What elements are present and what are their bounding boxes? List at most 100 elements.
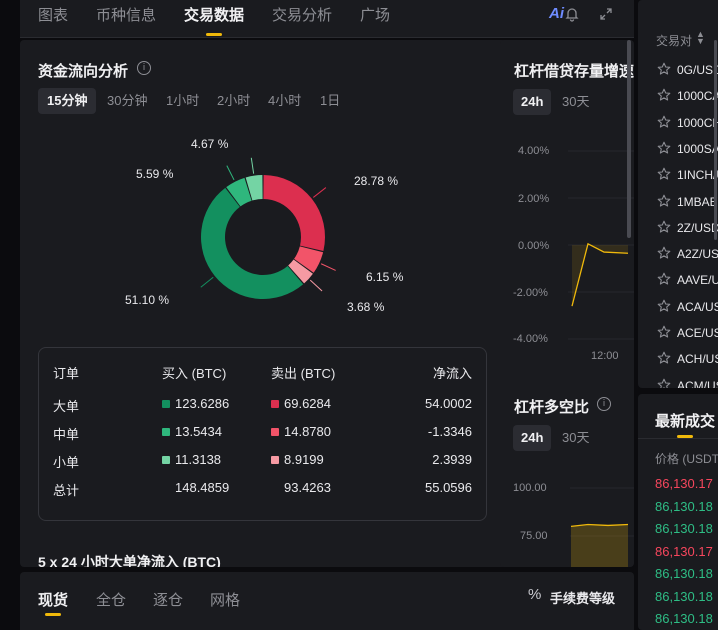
pair-item[interactable]: ACH/USDT [677,352,718,366]
latest-trades-panel: 最新成交 价格 (USDT) 86,130.17 86,130.18 86,130.… [638,394,718,630]
row-label: 小单 [53,455,80,470]
divider [638,438,718,439]
tab-grid[interactable]: 网格 [210,589,240,610]
buy-value: 148.4859 [175,480,230,495]
sell-value: 14.8780 [284,424,331,439]
pair-item[interactable]: 1INCH/USDT [677,168,718,182]
favorite-star-icon[interactable] [657,141,671,155]
sell-value: 8.9199 [284,452,324,467]
sell-swatch [271,456,279,464]
favorite-star-icon[interactable] [657,299,671,313]
buy-swatch [162,456,170,464]
table-row: 中单 13.5434 14.8780 -1.3346 [39,424,486,442]
favorite-star-icon[interactable] [657,351,671,365]
pair-item[interactable]: ACM/USDT [677,379,718,388]
trade-price: 86,130.18 [655,588,713,604]
fee-level-link[interactable]: 手续费等级 [550,588,615,607]
pair-item[interactable]: ACA/USDT [677,300,718,314]
pair-list-panel: 交易对 ▲▼ 0G/USDT 1000CAT/USDT 1000CHEEMS/USD… [638,0,718,388]
long-short-area-chart [570,487,634,567]
buy-cell: 13.5434 [162,424,222,439]
favorite-star-icon[interactable] [657,88,671,102]
col-order: 订单 [53,366,80,381]
favorite-star-icon[interactable] [657,378,671,388]
ai-button[interactable]: Ai [549,5,564,22]
table-row: 小单 11.3138 8.9199 2.3939 [39,452,486,470]
tab-trade-data[interactable]: 交易数据 [184,4,244,25]
net-value: -1.3346 [427,424,472,439]
leader-line [320,263,336,271]
pair-item[interactable]: 1000SATS/USDT [677,142,718,156]
expand-icon[interactable] [598,6,614,25]
order-panel: 现货 全仓 逐仓 网格 % 手续费等级 [20,572,634,630]
tab-trade-analysis[interactable]: 交易分析 [272,4,332,25]
slice-label: 4.67 % [191,137,229,151]
pair-item[interactable]: AAVE/USDT [677,273,718,287]
bell-icon[interactable] [564,6,580,25]
table-row: 大单 123.6286 69.6284 54.0002 [39,396,486,414]
pair-item[interactable]: ACE/USDT [677,326,718,340]
pair-header[interactable]: 交易对 [656,32,692,49]
row-label: 中单 [53,427,80,442]
leader-line [309,279,323,292]
pair-item[interactable]: 0G/USDT [677,63,718,77]
pair-item[interactable]: A2Z/USDT [677,247,718,261]
leader-line [250,157,255,174]
pair-item[interactable]: 1000CAT/USDT [677,89,718,103]
favorite-star-icon[interactable] [657,220,671,234]
leader-line [312,187,327,198]
buy-value: 123.6286 [175,396,230,411]
col-buy: 买入 (BTC) [162,366,227,381]
tab-coin-info[interactable]: 币种信息 [96,4,156,25]
sell-cell: 8.9199 [271,452,324,467]
sell-swatch [271,428,279,436]
tab-square[interactable]: 广场 [360,4,390,25]
sell-swatch [271,400,279,408]
scrollbar[interactable] [627,40,631,238]
buy-swatch [162,428,170,436]
tab-isolated-margin[interactable]: 逐仓 [153,589,183,610]
trade-price: 86,130.18 [655,521,713,536]
leverage-panel: 杠杆借贷存量增速 24h 30天 4.00% 2.00% 0.00% -2.00… [500,40,634,567]
favorite-star-icon[interactable] [657,272,671,286]
leader-line [200,276,214,288]
favorite-star-icon[interactable] [657,246,671,260]
fund-flow-table: 订单 买入 (BTC) 卖出 (BTC) 净流入 大单 123.6286 69.… [38,347,487,521]
pair-item[interactable]: 1MBABYDOGE/USDT [677,195,718,209]
price-header: 价格 (USDT) [655,452,718,466]
scrollbar[interactable] [714,40,717,240]
sort-icon[interactable]: ▲ ▼ [696,30,705,46]
tab-spot[interactable]: 现货 [38,589,68,610]
trade-price: 86,130.18 [655,566,713,581]
net-value: 55.0596 [425,480,472,495]
trade-price: 86,130.18 [655,498,713,514]
leader-line [226,165,235,181]
favorite-star-icon[interactable] [657,325,671,339]
col-sell: 卖出 (BTC) [271,366,336,381]
pair-item[interactable]: 1000CHEEMS/USDT [677,116,718,130]
row-label: 总计 [53,483,80,498]
slice-label: 51.10 % [125,293,170,307]
pair-item[interactable]: 2Z/USDT [677,221,718,235]
trade-price: 86,130.17 [655,476,713,491]
favorite-star-icon[interactable] [657,115,671,129]
table-row-total: 总计 148.4859 93.4263 55.0596 [39,480,486,498]
net-value: 2.3939 [432,452,472,467]
favorite-star-icon[interactable] [657,62,671,76]
table-header: 订单 买入 (BTC) 卖出 (BTC) 净流入 [39,363,486,381]
col-net: 净流入 [432,366,472,381]
favorite-star-icon[interactable] [657,194,671,208]
buy-cell: 123.6286 [162,396,229,411]
percent-icon[interactable]: % [528,586,541,603]
large-order-net-inflow-title: 5 x 24 小时大单净流入 (BTC) [38,554,221,567]
top-nav: 图表 币种信息 交易数据 交易分析 广场 Ai [20,0,634,38]
sell-value: 93.4263 [284,480,331,495]
buy-value: 11.3138 [175,452,222,467]
buy-value: 13.5434 [175,424,222,439]
favorite-star-icon[interactable] [657,167,671,181]
tab-chart[interactable]: 图表 [38,4,68,25]
active-tab-indicator [206,33,222,36]
slice-label: 3.68 % [347,300,385,314]
tab-cross-margin[interactable]: 全仓 [96,589,126,610]
latest-trades-title: 最新成交 [655,413,716,430]
